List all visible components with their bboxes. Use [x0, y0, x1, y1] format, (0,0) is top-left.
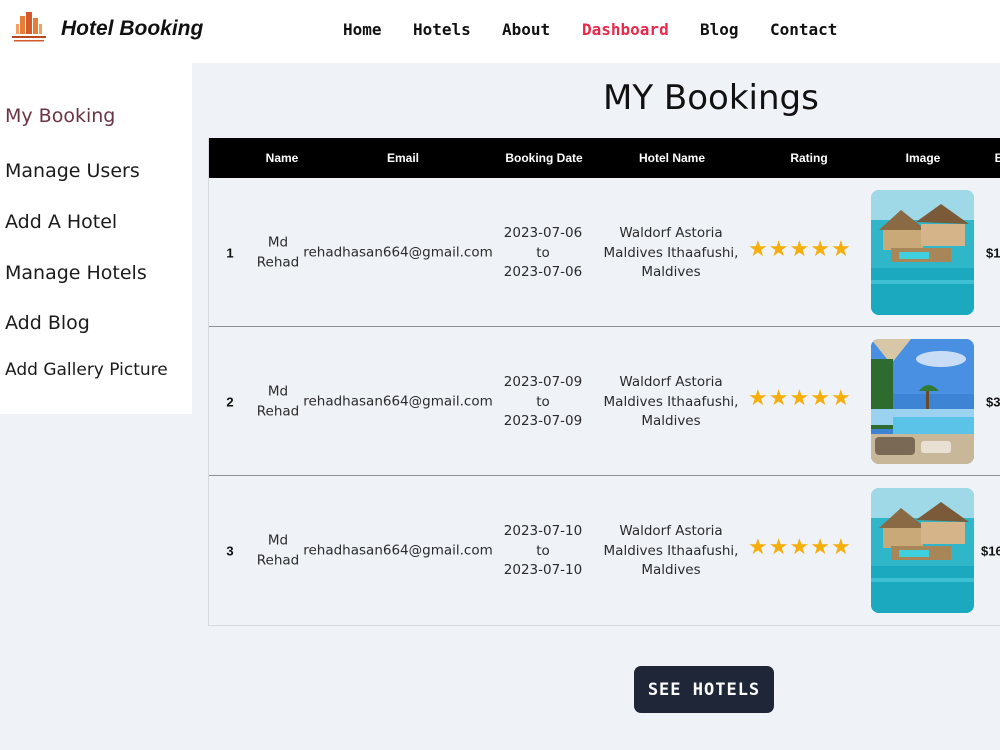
booking-date: 2023-07-06 to 2023-07-06 — [504, 224, 582, 283]
overwater-villa-photo — [871, 488, 974, 613]
hotel-name-line1: Waldorf Astoria — [619, 224, 723, 241]
row-index: 3 — [226, 543, 234, 559]
column-header-email: Email — [386, 151, 420, 165]
star-icon: ★ — [748, 386, 768, 411]
column-header-hotel-name: Hotel Name — [638, 151, 706, 165]
date-to: 2023-07-09 — [503, 412, 583, 429]
date-to-word: to — [536, 393, 550, 410]
nav-home[interactable]: Home — [343, 20, 382, 39]
star-icon: ★ — [830, 535, 851, 560]
hotel-name-line3: Maldives — [641, 263, 701, 280]
page-title: MY Bookings — [603, 78, 819, 118]
booking-name: Md Rehad — [257, 234, 299, 273]
hotel-name-line2: Maldives Ithaafushi, — [603, 542, 739, 559]
date-from: 2023-07-09 — [503, 373, 583, 390]
star-icon: ★ — [830, 386, 851, 411]
booking-name: Md Rehad — [257, 532, 299, 571]
table-header: Name Email Booking Date Hotel Name Ratin… — [209, 138, 1000, 178]
nav-about[interactable]: About — [502, 20, 550, 39]
hotel-name: Waldorf Astoria Maldives Ithaafushi, Mal… — [604, 522, 739, 581]
booking-email: rehadhasan664@gmail.com — [303, 542, 493, 559]
booking-price: $16 — [981, 543, 1000, 559]
hotel-name-line1: Waldorf Astoria — [619, 522, 723, 539]
table-row: 1 Md Rehad rehadhasan664@gmail.com 2023-… — [209, 178, 1000, 327]
hotel-name-line3: Maldives — [641, 561, 701, 578]
name-last: Rehad — [256, 403, 300, 419]
star-icon: ★ — [748, 237, 768, 262]
pool-beach-photo — [871, 339, 974, 464]
nav-blog[interactable]: Blog — [700, 20, 739, 39]
date-from: 2023-07-06 — [503, 224, 583, 241]
row-index: 2 — [226, 394, 234, 410]
column-header-booking-date: Booking Date — [505, 151, 583, 165]
hotel-name: Waldorf Astoria Maldives Ithaafushi, Mal… — [604, 224, 739, 283]
column-header-image: Image — [905, 151, 941, 165]
name-first: Md — [267, 532, 289, 549]
rating-stars: ★★★★★ — [748, 536, 852, 560]
rating-stars: ★★★★★ — [748, 238, 852, 262]
sidebar-item-add-blog[interactable]: Add Blog — [5, 312, 90, 334]
table-row: 2 Md Rehad rehadhasan664@gmail.com 2023-… — [209, 327, 1000, 476]
booking-price: $3 — [986, 394, 1000, 410]
main-nav: Home Hotels About Dashboard Blog Contact — [0, 20, 1000, 44]
column-header-price: B — [995, 151, 1000, 165]
hotel-name-line1: Waldorf Astoria — [619, 373, 723, 390]
star-icon: ★ — [830, 237, 851, 262]
overwater-villa-photo — [871, 190, 974, 315]
nav-contact[interactable]: Contact — [770, 20, 837, 39]
top-navbar: Hotel Booking Home Hotels About Dashboar… — [0, 0, 1000, 63]
hotel-name-line2: Maldives Ithaafushi, — [603, 393, 739, 410]
name-last: Rehad — [256, 552, 300, 568]
date-to: 2023-07-06 — [503, 263, 583, 280]
star-icon: ★ — [810, 237, 830, 262]
star-icon: ★ — [789, 237, 810, 262]
hotel-name-line3: Maldives — [641, 412, 701, 429]
sidebar-item-manage-users[interactable]: Manage Users — [5, 160, 140, 182]
booking-email: rehadhasan664@gmail.com — [303, 393, 493, 410]
column-header-rating: Rating — [790, 151, 828, 165]
date-to: 2023-07-10 — [503, 561, 583, 578]
nav-dashboard[interactable]: Dashboard — [582, 20, 669, 39]
sidebar-item-manage-hotels[interactable]: Manage Hotels — [5, 262, 147, 284]
name-first: Md — [267, 383, 289, 400]
booking-date: 2023-07-10 to 2023-07-10 — [504, 522, 582, 581]
column-header-name: Name — [265, 151, 299, 165]
star-icon: ★ — [789, 386, 810, 411]
date-to-word: to — [536, 244, 550, 261]
hotel-name-line2: Maldives Ithaafushi, — [603, 244, 739, 261]
hotel-name: Waldorf Astoria Maldives Ithaafushi, Mal… — [604, 373, 739, 432]
name-last: Rehad — [256, 254, 300, 270]
star-icon: ★ — [748, 535, 768, 560]
star-icon: ★ — [789, 535, 810, 560]
name-first: Md — [267, 234, 289, 251]
sidebar-item-add-hotel[interactable]: Add A Hotel — [5, 211, 117, 233]
booking-price: $1 — [986, 245, 1000, 261]
table-row: 3 Md Rehad rehadhasan664@gmail.com 2023-… — [209, 476, 1000, 625]
rating-stars: ★★★★★ — [748, 387, 852, 411]
sidebar-item-my-booking[interactable]: My Booking — [5, 105, 115, 127]
booking-name: Md Rehad — [257, 383, 299, 422]
booking-date: 2023-07-09 to 2023-07-09 — [504, 373, 582, 432]
star-icon: ★ — [810, 535, 830, 560]
booking-email: rehadhasan664@gmail.com — [303, 244, 493, 261]
nav-hotels[interactable]: Hotels — [413, 20, 471, 39]
bookings-table: Name Email Booking Date Hotel Name Ratin… — [208, 138, 1000, 626]
date-to-word: to — [536, 542, 550, 559]
star-icon: ★ — [768, 386, 789, 411]
dashboard-sidebar: My Booking Manage Users Add A Hotel Mana… — [0, 63, 192, 414]
row-index: 1 — [226, 245, 234, 261]
star-icon: ★ — [768, 535, 789, 560]
see-hotels-button[interactable]: SEE HOTELS — [634, 666, 774, 713]
sidebar-item-add-gallery-picture[interactable]: Add Gallery Picture — [5, 360, 168, 380]
star-icon: ★ — [810, 386, 830, 411]
star-icon: ★ — [768, 237, 789, 262]
date-from: 2023-07-10 — [503, 522, 583, 539]
